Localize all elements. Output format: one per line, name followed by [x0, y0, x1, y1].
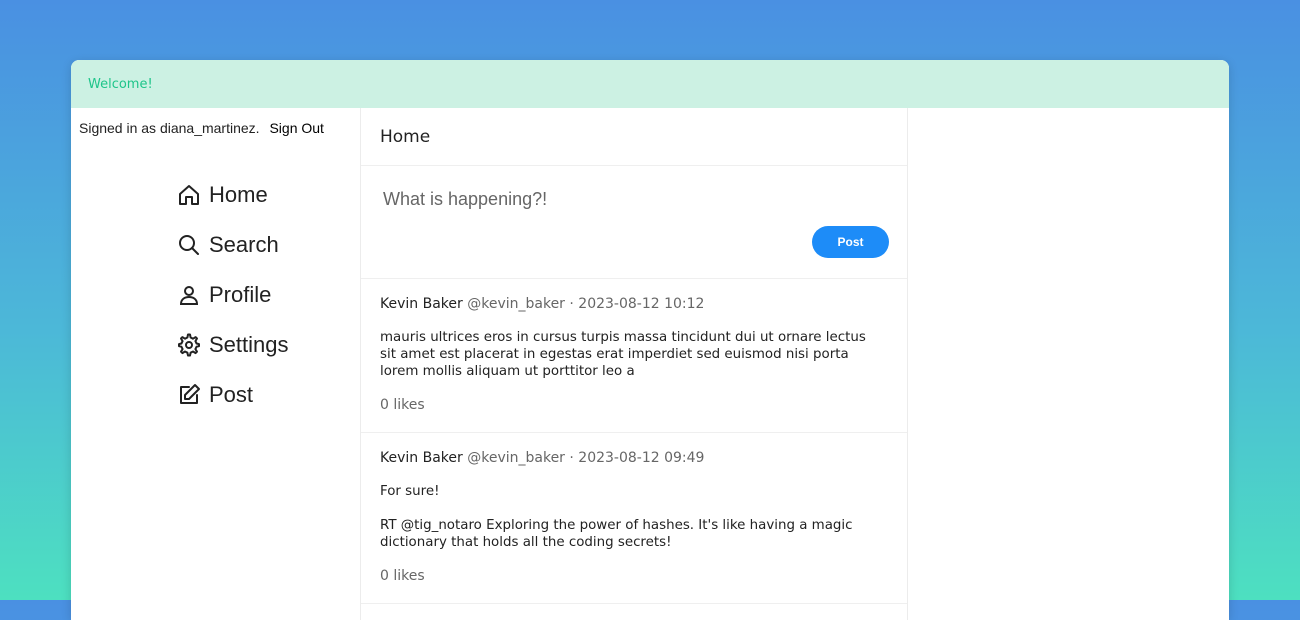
nav-item-post[interactable]: Post	[177, 370, 289, 420]
edit-icon	[180, 384, 200, 404]
tweet-header: Kevin Baker @kevin_baker · 2023-08-12 09…	[380, 450, 888, 466]
user-icon	[179, 286, 199, 305]
nav-item-profile[interactable]: Profile	[177, 270, 289, 320]
post-button[interactable]: Post	[812, 226, 889, 258]
tweet-likes[interactable]: 0 likes	[380, 568, 888, 603]
welcome-banner: Welcome!	[71, 60, 1229, 108]
nav-label: Home	[209, 182, 268, 207]
nav-item-settings[interactable]: Settings	[177, 320, 289, 370]
signin-status: Signed in as diana_martinez. Sign Out	[79, 120, 324, 136]
tweet-timestamp: · 2023-08-12 09:49	[569, 450, 705, 466]
post-composer: Post	[361, 166, 907, 279]
tweet-handle[interactable]: @kevin_baker	[467, 296, 565, 312]
signed-in-text: Signed in as diana_martinez.	[79, 120, 260, 136]
app-window: Welcome! Signed in as diana_martinez. Si…	[71, 60, 1229, 620]
tweet-item: Kevin Baker @kevin_baker · 2023-08-12 10…	[361, 279, 907, 433]
nav-label: Search	[209, 232, 279, 257]
page-title: Home	[361, 108, 907, 166]
gear-icon	[178, 333, 200, 357]
main-nav: Home Search Profile Settings Post	[177, 170, 289, 420]
tweet-author[interactable]: Kevin Baker	[380, 450, 463, 466]
tweet-author[interactable]: Kevin Baker	[380, 296, 463, 312]
tweet-item: Kevin Baker @kevin_baker · 2023-08-12 09…	[361, 433, 907, 604]
tweet-header: Kevin Baker @kevin_baker · 2023-08-12 10…	[380, 296, 888, 312]
nav-label: Settings	[209, 332, 289, 357]
home-icon	[179, 185, 199, 205]
nav-item-search[interactable]: Search	[177, 220, 289, 270]
tweet-timestamp: · 2023-08-12 10:12	[569, 296, 705, 312]
main-feed: Home Post Kevin Baker @kevin_baker · 202…	[360, 108, 908, 620]
compose-input[interactable]	[381, 184, 865, 214]
tweet-body: For sure! RT @tig_notaro Exploring the p…	[380, 484, 853, 550]
nav-label: Profile	[209, 282, 272, 307]
tweet-likes[interactable]: 0 likes	[380, 397, 888, 432]
tweet-body: mauris ultrices eros in cursus turpis ma…	[380, 330, 866, 379]
sign-out-link[interactable]: Sign Out	[269, 120, 323, 136]
search-icon	[179, 235, 199, 255]
nav-item-home[interactable]: Home	[177, 170, 289, 220]
nav-label: Post	[209, 382, 254, 407]
tweet-handle[interactable]: @kevin_baker	[467, 450, 565, 466]
left-sidebar: Signed in as diana_martinez. Sign Out Ho…	[71, 108, 360, 620]
banner-message: Welcome!	[88, 76, 153, 92]
